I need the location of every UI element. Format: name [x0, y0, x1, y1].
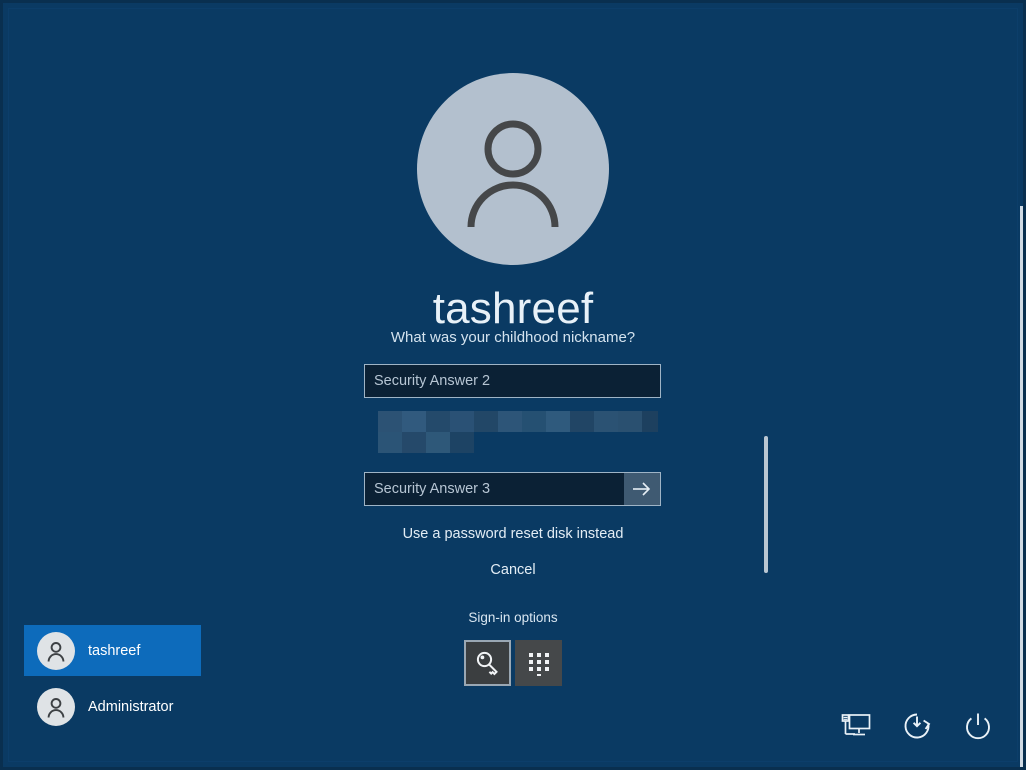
user-list: tashreef Administrator — [24, 625, 201, 737]
window-scrollbar-thumb[interactable] — [1020, 206, 1023, 767]
person-icon — [37, 687, 75, 726]
security-answer-3-row — [364, 472, 661, 506]
security-answer-3-input[interactable] — [364, 472, 661, 506]
person-avatar-icon — [417, 73, 609, 265]
user-name-label: tashreef — [88, 642, 141, 659]
cancel-link[interactable]: Cancel — [0, 560, 1026, 580]
security-answer-2-input[interactable] — [364, 364, 661, 398]
pin-option-button[interactable] — [515, 640, 562, 686]
power-icon[interactable] — [960, 708, 996, 744]
lock-screen: tashreef What was your childhood nicknam… — [0, 0, 1026, 770]
network-icon[interactable] — [838, 708, 874, 744]
password-option-button[interactable] — [464, 640, 511, 686]
key-icon — [474, 649, 502, 677]
keypad-icon — [526, 650, 552, 676]
pixelated-redacted-answer — [378, 411, 658, 453]
system-tray — [838, 708, 996, 744]
user-row-administrator[interactable]: Administrator — [24, 681, 201, 732]
security-answer-2-row — [364, 364, 661, 398]
password-reset-disk-link[interactable]: Use a password reset disk instead — [0, 524, 1026, 544]
person-icon — [37, 631, 75, 670]
user-row-tashreef[interactable]: tashreef — [24, 625, 201, 676]
arrow-right-icon — [632, 481, 652, 497]
user-name-label: Administrator — [88, 698, 174, 715]
security-question-label: What was your childhood nickname? — [390, 329, 636, 346]
submit-button[interactable] — [624, 473, 660, 505]
ease-of-access-icon[interactable] — [899, 708, 935, 744]
panel-scrollbar-thumb[interactable] — [764, 436, 768, 573]
